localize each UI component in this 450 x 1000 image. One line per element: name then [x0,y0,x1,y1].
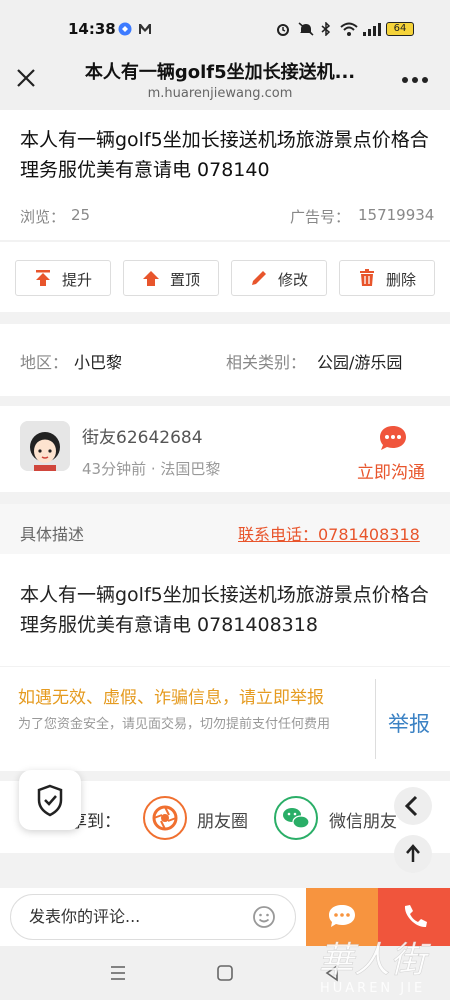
region-label: 地区： [20,353,69,372]
camera-aperture-icon [152,805,178,831]
more-dots-icon[interactable] [398,64,432,90]
user-time-location: 43分钟前 · 法国巴黎 [82,460,221,478]
mail-icon [139,24,151,34]
wechat-label[interactable]: 微信朋友 [329,807,397,832]
scroll-top-button[interactable] [394,835,432,873]
signal-icon [363,23,381,36]
emoji-icon[interactable] [252,905,276,929]
wifi-icon [340,22,358,36]
category-label: 相关类别： [226,353,307,372]
chevron-left-icon [404,795,418,817]
user-name[interactable]: 街友62642684 [82,423,203,448]
avatar[interactable] [20,421,70,471]
app-notification-icon [118,22,132,36]
pencil-icon [252,271,266,285]
contact-phone-link[interactable]: 联系电话：0781408318 [238,521,420,545]
menu-lines-icon[interactable] [108,963,128,983]
trash-icon [360,269,374,286]
svg-text:華人街: 華人街 [318,940,432,981]
warning-headline: 如遇无效、虚假、诈骗信息，请立即举报 [18,688,324,708]
ad-number-label: 广告号： [290,208,351,226]
page-url: m.huarenjiewang.com [147,86,293,101]
views-count: 25 [71,206,91,224]
alarm-icon [277,24,289,36]
avatar-girl-icon [20,421,70,471]
category-value: 公园/游乐园 [317,353,403,372]
huarenjie-watermark: 華人街 HUAREN JIE [312,928,442,998]
chat-now-link[interactable]: 立即沟通 [357,458,425,483]
promote-button[interactable]: 提升 [15,260,111,296]
warning-detail: 为了您资金安全，请见面交易，切勿提前支付任何费用 [18,717,331,732]
delete-label: 删除 [386,271,417,289]
region-value: 小巴黎 [74,353,123,372]
report-button[interactable]: 举报 [388,708,430,738]
pin-top-button[interactable]: 置顶 [123,260,219,296]
bluetooth-icon [321,22,331,36]
wechat-icon [283,808,310,829]
warning-divider [375,679,376,759]
browser-header: 本人有一辆golf5坐加长接送机... m.huarenjiewang.com [0,50,450,110]
moments-label[interactable]: 朋友圈 [197,807,248,832]
page-title: 本人有一辆golf5坐加长接送机... [84,62,356,83]
promote-label: 提升 [62,271,93,289]
mute-icon [298,22,314,36]
wechat-share-button[interactable] [274,796,318,840]
description-label: 具体描述 [20,525,85,544]
back-float-button[interactable] [394,787,432,825]
security-shield-button[interactable] [19,770,81,830]
views-label: 浏览： [20,208,66,226]
post-title-card: 本人有一辆golf5坐加长接送机场旅游景点价格合理务服优美有意请电 078140… [0,110,450,240]
svg-text:HUAREN JIE: HUAREN JIE [320,981,425,996]
battery-icon: 64 [386,22,414,36]
battery-level: 64 [393,23,407,34]
pin-top-icon [143,271,159,286]
status-time: 14:38 [68,20,116,38]
edit-label: 修改 [278,271,309,289]
post-title: 本人有一辆golf5坐加长接送机场旅游景点价格合理务服优美有意请电 078140 [20,129,429,181]
edit-button[interactable]: 修改 [231,260,327,296]
arrow-up-small-icon [406,844,420,862]
shield-check-icon [37,784,63,817]
info-card: 地区： 小巴黎 相关类别： 公园/游乐园 [0,324,450,396]
description-body: 本人有一辆golf5坐加长接送机场旅游景点价格合理务服优美有意请电 078140… [20,584,429,636]
pin-top-label: 置顶 [170,271,201,289]
ad-number: 15719934 [358,206,435,224]
home-square-icon[interactable] [215,963,235,983]
moments-share-button[interactable] [143,796,187,840]
arrow-up-icon [36,270,50,286]
delete-button[interactable]: 删除 [339,260,435,296]
huarenjie-logo: 華人街 HUAREN JIE [318,940,433,996]
chat-bubble-icon[interactable] [378,424,408,452]
close-icon[interactable] [12,64,40,92]
